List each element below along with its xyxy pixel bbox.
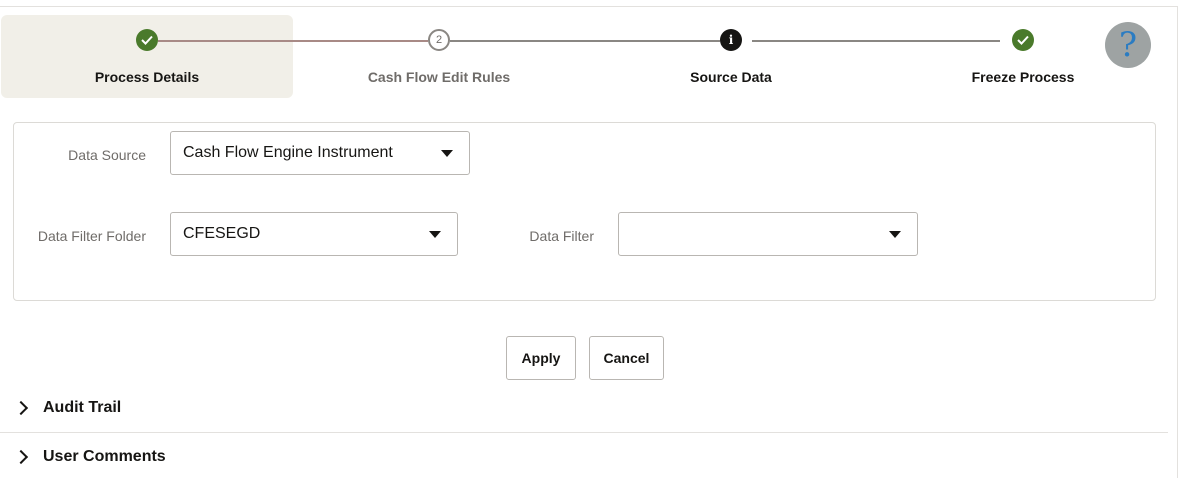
chevron-right-icon	[13, 400, 29, 416]
data-filter-folder-value: CFESEGD	[183, 225, 261, 242]
info-icon: i	[720, 29, 742, 51]
audit-trail-section[interactable]: Audit Trail	[0, 384, 1168, 432]
step-number-icon: 2	[428, 29, 450, 51]
chevron-down-icon	[429, 231, 441, 238]
source-data-panel: Data Source Cash Flow Engine Instrument …	[13, 122, 1156, 301]
data-filter-folder-label: Data Filter Folder	[37, 228, 146, 244]
user-comments-section[interactable]: User Comments	[0, 433, 1168, 481]
page-frame-top	[0, 6, 1178, 7]
data-filter-select[interactable]	[618, 212, 918, 256]
step-label: Source Data	[690, 69, 772, 85]
audit-trail-title: Audit Trail	[43, 399, 122, 416]
help-icon[interactable]: ?	[1105, 22, 1151, 68]
data-source-select[interactable]: Cash Flow Engine Instrument	[170, 131, 470, 175]
check-icon	[1012, 29, 1034, 51]
cancel-button[interactable]: Cancel	[589, 336, 664, 380]
step-process-details[interactable]: Process Details	[1, 14, 293, 98]
check-icon	[136, 29, 158, 51]
step-label: Process Details	[94, 69, 200, 85]
step-cash-flow-edit-rules[interactable]: 2 Cash Flow Edit Rules	[293, 14, 585, 98]
chevron-down-icon	[889, 231, 901, 238]
process-train: Process Details 2 Cash Flow Edit Rules i…	[0, 14, 1186, 104]
apply-button[interactable]: Apply	[506, 336, 576, 380]
chevron-right-icon	[13, 449, 29, 465]
data-source-label: Data Source	[68, 147, 146, 163]
step-label: Cash Flow Edit Rules	[367, 69, 511, 85]
step-source-data[interactable]: i Source Data	[585, 14, 877, 98]
data-filter-folder-select[interactable]: CFESEGD	[170, 212, 458, 256]
data-source-value: Cash Flow Engine Instrument	[183, 144, 393, 161]
data-filter-label: Data Filter	[529, 228, 594, 244]
user-comments-title: User Comments	[43, 448, 166, 465]
chevron-down-icon	[441, 150, 453, 157]
step-label: Freeze Process	[971, 69, 1075, 85]
